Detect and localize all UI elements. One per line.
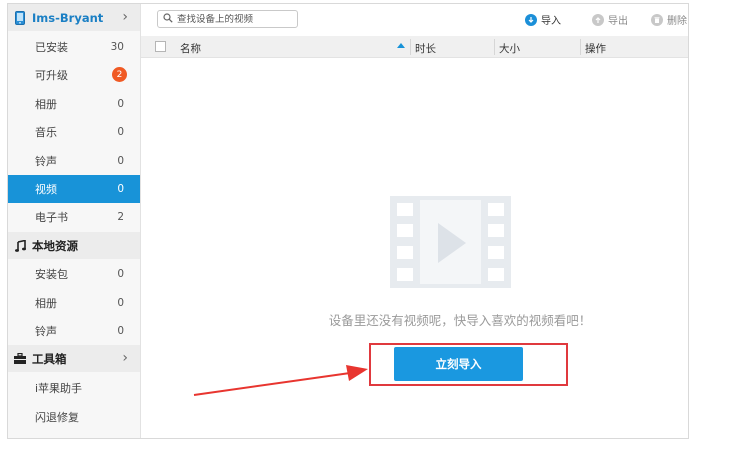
sidebar-item-count: 0 [117, 297, 124, 309]
trash-icon [651, 13, 663, 26]
delete-label: 删除 [667, 16, 687, 27]
import-label: 导入 [541, 16, 561, 27]
sidebar-item-label: 铃声 [35, 325, 57, 338]
music-note-icon [8, 239, 32, 252]
sidebar-item-label: 相册 [35, 98, 57, 111]
sidebar-item-count: 0 [117, 183, 124, 195]
phone-icon [8, 10, 32, 25]
device-name: Ims-Bryant [32, 10, 104, 25]
sidebar-item-count: 30 [110, 41, 124, 53]
column-divider [580, 39, 581, 55]
delete-button[interactable]: 删除 [651, 12, 687, 27]
sidebar-item-count: 0 [117, 155, 124, 167]
sidebar-item-label: 电子书 [35, 211, 68, 224]
sidebar-item-count: 0 [117, 325, 124, 337]
empty-state-message: 设备里还没有视频呢，快导入喜欢的视频看吧！ [328, 313, 592, 328]
select-all-checkbox[interactable] [155, 41, 166, 52]
chevron-right-icon[interactable]: › [122, 350, 128, 366]
sidebar: Ims-Bryant › 已安装 30 可升级 2 相册 0 音乐 0 铃声 0… [8, 4, 141, 438]
update-badge: 2 [112, 67, 127, 82]
device-header[interactable]: Ims-Bryant › [8, 4, 140, 31]
column-size[interactable]: 大小 [499, 41, 520, 56]
import-button[interactable]: 导入 [525, 12, 561, 27]
toolbox-header[interactable]: 工具箱 › [8, 345, 140, 372]
column-name[interactable]: 名称 [180, 41, 201, 56]
sidebar-item-label: 已安装 [35, 41, 68, 54]
import-now-button[interactable]: 立刻导入 [394, 347, 523, 381]
sidebar-item-count: 0 [117, 268, 124, 280]
sidebar-item-music[interactable]: 音乐 0 [8, 118, 140, 146]
toolbox-title: 工具箱 [32, 351, 67, 366]
column-duration[interactable]: 时长 [415, 41, 436, 56]
search-icon [163, 12, 173, 26]
sidebar-item-label: i苹果助手 [35, 382, 83, 395]
sidebar-item-label: 安装包 [35, 268, 68, 281]
search-box[interactable] [157, 10, 298, 28]
table-header: 名称 时长 大小 操作 [141, 36, 688, 58]
sidebar-item-label: 铃声 [35, 155, 57, 168]
local-resources-title: 本地资源 [32, 238, 78, 253]
sidebar-item-label: 可升级 [35, 69, 68, 82]
column-divider [410, 39, 411, 55]
toolbar: 导入 导出 删除 [141, 4, 688, 36]
import-icon [525, 13, 537, 26]
sidebar-item-photos[interactable]: 相册 0 [8, 90, 140, 118]
sidebar-item-label: 闪退修复 [35, 411, 79, 424]
sidebar-item-label: 视频 [35, 183, 57, 196]
column-divider [494, 39, 495, 55]
sidebar-item-label: 音乐 [35, 126, 57, 139]
sidebar-item-count: 2 [117, 211, 124, 223]
sidebar-item-label: 相册 [35, 297, 57, 310]
toolbox-icon [8, 353, 32, 364]
local-resources-header[interactable]: 本地资源 [8, 232, 140, 259]
film-strip-icon [390, 196, 511, 291]
sort-ascending-icon[interactable] [397, 43, 405, 48]
sidebar-item-local-photos[interactable]: 相册 0 [8, 289, 140, 317]
sidebar-item-apple-helper[interactable]: i苹果助手 [8, 374, 140, 402]
red-arrow-annotation [190, 360, 375, 403]
sidebar-item-packages[interactable]: 安装包 0 [8, 260, 140, 288]
sidebar-item-ebooks[interactable]: 电子书 2 [8, 203, 140, 231]
export-label: 导出 [608, 16, 628, 27]
sidebar-item-local-ringtones[interactable]: 铃声 0 [8, 317, 140, 345]
chevron-right-icon[interactable]: › [122, 9, 128, 25]
export-button[interactable]: 导出 [592, 12, 628, 27]
search-input[interactable] [173, 13, 292, 25]
sidebar-item-installed[interactable]: 已安装 30 [8, 33, 140, 61]
sidebar-item-count: 0 [117, 126, 124, 138]
sidebar-item-videos[interactable]: 视频 0 [8, 175, 140, 203]
sidebar-item-upgradable[interactable]: 可升级 2 [8, 61, 140, 89]
sidebar-item-ringtones[interactable]: 铃声 0 [8, 147, 140, 175]
sidebar-item-count: 0 [117, 98, 124, 110]
export-icon [592, 13, 604, 26]
sidebar-item-crash-repair[interactable]: 闪退修复 [8, 403, 140, 431]
column-actions: 操作 [585, 43, 606, 55]
